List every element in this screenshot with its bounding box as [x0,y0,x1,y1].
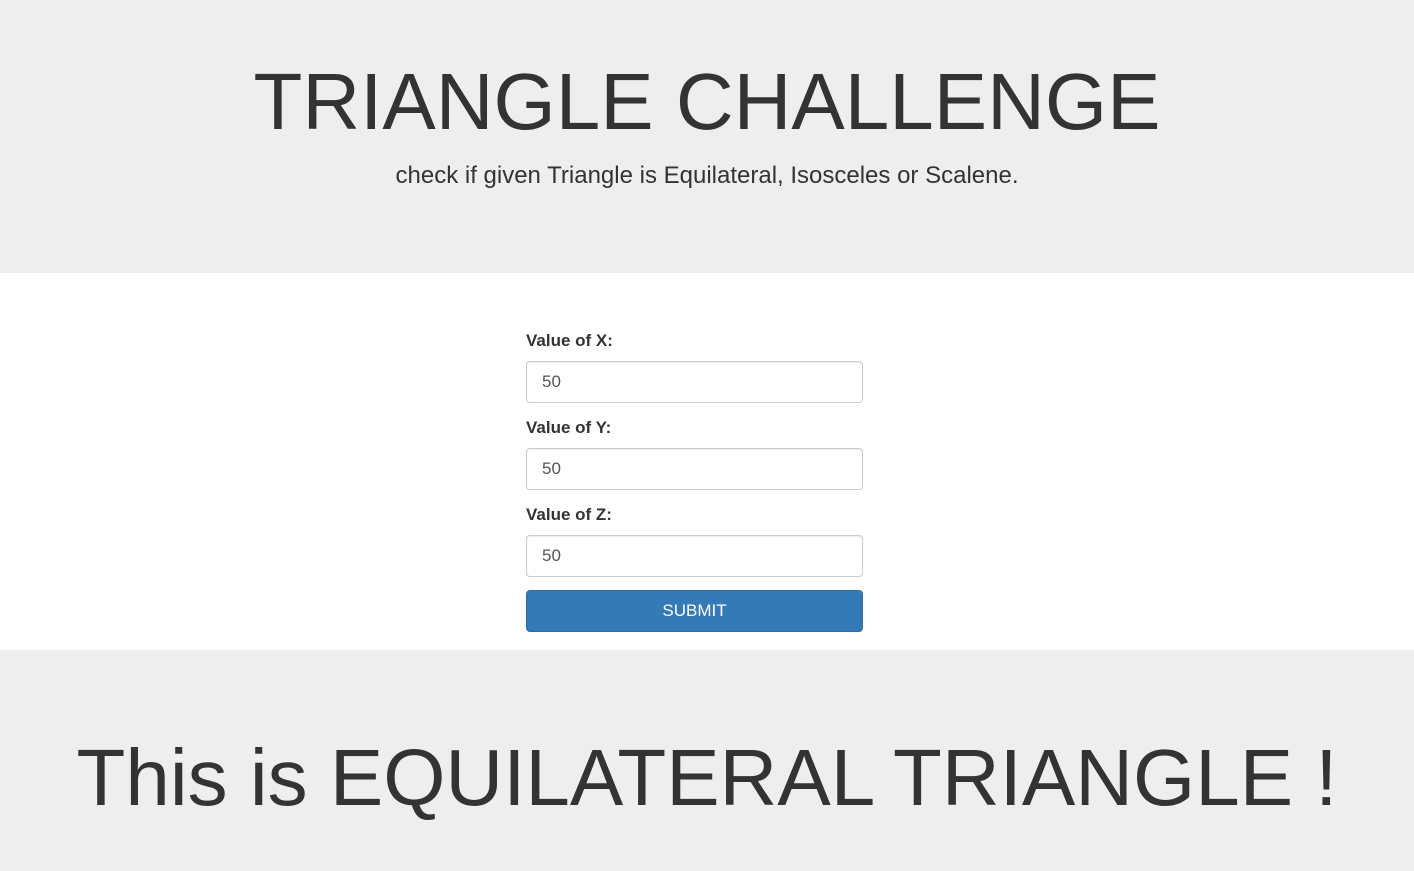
triangle-form: Value of X: Value of Y: Value of Z: SUBM… [526,330,863,632]
result-message: This is EQUILATERAL TRIANGLE ! [76,733,1338,822]
z-label: Value of Z: [526,505,612,524]
result-jumbotron: This is EQUILATERAL TRIANGLE ! [0,650,1414,871]
x-input[interactable] [526,361,863,403]
y-label: Value of Y: [526,418,612,437]
z-input[interactable] [526,535,863,577]
x-label: Value of X: [526,331,613,350]
y-input[interactable] [526,448,863,490]
header-jumbotron: TRIANGLE CHALLENGE check if given Triang… [0,0,1414,273]
submit-button[interactable]: SUBMIT [526,590,863,632]
page-title: TRIANGLE CHALLENGE [253,57,1161,146]
page-subtitle: check if given Triangle is Equilateral, … [395,162,1019,189]
